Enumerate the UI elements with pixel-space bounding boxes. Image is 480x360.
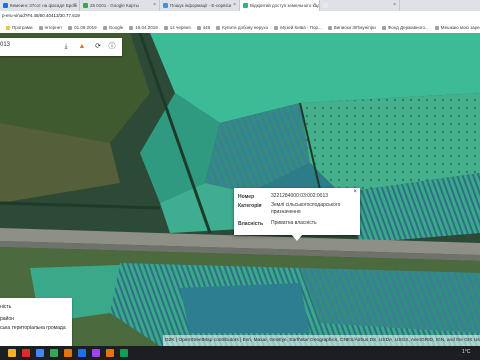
taskbar-app-icon[interactable] [36, 349, 44, 357]
tab-close-icon[interactable]: × [393, 2, 396, 8]
bookmark-label: Купити добову нерухо [222, 25, 269, 30]
map-attribution: DZK | OpenStreetMap contributors | Esri,… [163, 335, 480, 346]
taskbar: 1°C [0, 346, 480, 360]
browser-tab[interactable]: 25 0101 - Google Карты × [80, 0, 160, 11]
bookmark-item[interactable]: Програми [6, 25, 33, 30]
bookmark-icon [129, 25, 134, 30]
bookmark-label: 448 [202, 25, 211, 30]
info-icon[interactable]: ⓘ [108, 43, 116, 51]
bookmark-icon [102, 25, 107, 30]
bookmark-icon [327, 25, 332, 30]
bookmark-item[interactable]: 448 [196, 25, 211, 30]
bookmark-label: 01.09.2019 [74, 25, 97, 30]
parcel-category-key: Категорія [238, 203, 262, 209]
bookmark-item[interactable]: 14 червня [163, 25, 191, 30]
url-text[interactable]: p-eru-vinod?#4.48/50.40413/30.77.619 [2, 13, 80, 18]
layer-legend: ність район ська територіальна громада [0, 298, 72, 346]
taskbar-app-icon[interactable] [78, 349, 86, 357]
tab-close-icon[interactable]: × [153, 2, 156, 8]
parcel-ownership-value: Приватна власність [271, 220, 317, 226]
taskbar-app-icon[interactable] [22, 349, 30, 357]
taskbar-app-icon[interactable] [120, 349, 128, 357]
parcel-category-value: Землі сільськогосподарського призначення [271, 202, 341, 215]
map-toolbar: 013 ⤓ ▲ ⟳ ⓘ [0, 38, 122, 56]
browser-tab[interactable]: Пошук інформації - Е-сервіси × [160, 0, 240, 11]
tab-title: Відкритий доступ земельного када [250, 3, 320, 8]
bookmark-label: Виписки ЗІПмуніпри [333, 25, 376, 30]
taskbar-app-icon[interactable] [92, 349, 100, 357]
bookmark-item[interactable]: 01.09.2019 [68, 25, 97, 30]
bookmark-icon [216, 25, 221, 30]
tab-close-icon[interactable]: × [233, 2, 236, 8]
bookmark-label: Інтернет [44, 25, 63, 30]
legend-item[interactable]: ність [0, 304, 11, 310]
parcel-info-popup: × Номер 3221284000:03:002:0013 Категорія… [234, 188, 360, 235]
bookmark-item[interactable]: Музей Київа - Пор... [274, 25, 322, 30]
bookmark-item[interactable]: 19.04.2019 [129, 25, 158, 30]
tab-title: Кемеинс 37сот на фасаде Броні [10, 3, 78, 8]
bookmark-icon [196, 25, 201, 30]
taskbar-app-icon[interactable] [50, 349, 58, 357]
folder-icon [6, 25, 10, 30]
bookmark-icon [381, 25, 386, 30]
download-icon[interactable]: ⤓ [62, 43, 70, 51]
legend-item[interactable]: район [0, 316, 14, 322]
favicon-icon [323, 3, 328, 8]
bookmark-label: Мешкаю мою зарес... [440, 25, 480, 30]
cadastral-number-fragment: 013 [0, 42, 11, 48]
favicon-icon [243, 3, 248, 8]
tab-bar: Кемеинс 37сот на фасаде Броні × 25 0101 - … [0, 0, 480, 11]
tab-title: Пошук інформації - Е-сервіси [170, 3, 232, 8]
bookmark-item[interactable]: Фонд Державного... [381, 25, 429, 30]
weather-temperature: 1°C [462, 349, 471, 355]
taskbar-app-icon[interactable] [64, 349, 72, 357]
browser-tab[interactable]: × [320, 0, 400, 11]
bookmark-label: 14 червня [169, 25, 191, 30]
tab-title: 25 0101 - Google Карты [90, 3, 139, 8]
legend-item[interactable]: ська територіальна громада [0, 325, 66, 331]
bookmark-label: Google [108, 25, 124, 30]
bookmark-item[interactable]: Виписки ЗІПмуніпри [327, 25, 376, 30]
bookmark-icon [38, 25, 43, 30]
popup-pointer [292, 235, 302, 241]
favicon-icon [163, 3, 168, 8]
bookmark-item[interactable]: Інтернет [38, 25, 63, 30]
bookmark-item[interactable]: Мешкаю мою зарес... [434, 25, 480, 30]
bookmark-icon [274, 25, 279, 30]
bookmark-label: Програми [12, 25, 33, 30]
parcel-number-key: Номер [238, 194, 255, 200]
address-bar[interactable]: p-eru-vinod?#4.48/50.40413/30.77.619 [0, 11, 480, 22]
favicon-icon [3, 3, 8, 8]
taskbar-app-icon[interactable] [106, 349, 114, 357]
bookmark-label: Музей Київа - Пор... [280, 25, 322, 30]
bookmark-icon [434, 25, 439, 30]
browser-tab[interactable]: Кемеинс 37сот на фасаде Броні × [0, 0, 80, 11]
bookmark-icon [163, 25, 168, 30]
bookmark-label: Фонд Державного... [387, 25, 429, 30]
tab-close-icon[interactable]: × [313, 2, 316, 8]
bookmark-item[interactable]: Купити добову нерухо [216, 25, 268, 30]
bookmark-label: 19.04.2019 [135, 25, 158, 30]
tab-close-icon[interactable]: × [73, 2, 76, 8]
browser-tab[interactable]: Відкритий доступ земельного када × [240, 0, 320, 11]
bookmark-item[interactable]: Google [102, 25, 124, 30]
parcel-ownership-key: Власність [238, 221, 264, 227]
taskbar-app-icon[interactable] [8, 349, 16, 357]
warning-icon[interactable]: ▲ [78, 43, 86, 51]
parcel-number-value: 3221284000:03:002:0013 [271, 193, 329, 199]
refresh-icon[interactable]: ⟳ [94, 43, 102, 51]
bookmark-icon [68, 25, 73, 30]
favicon-icon [83, 3, 88, 8]
